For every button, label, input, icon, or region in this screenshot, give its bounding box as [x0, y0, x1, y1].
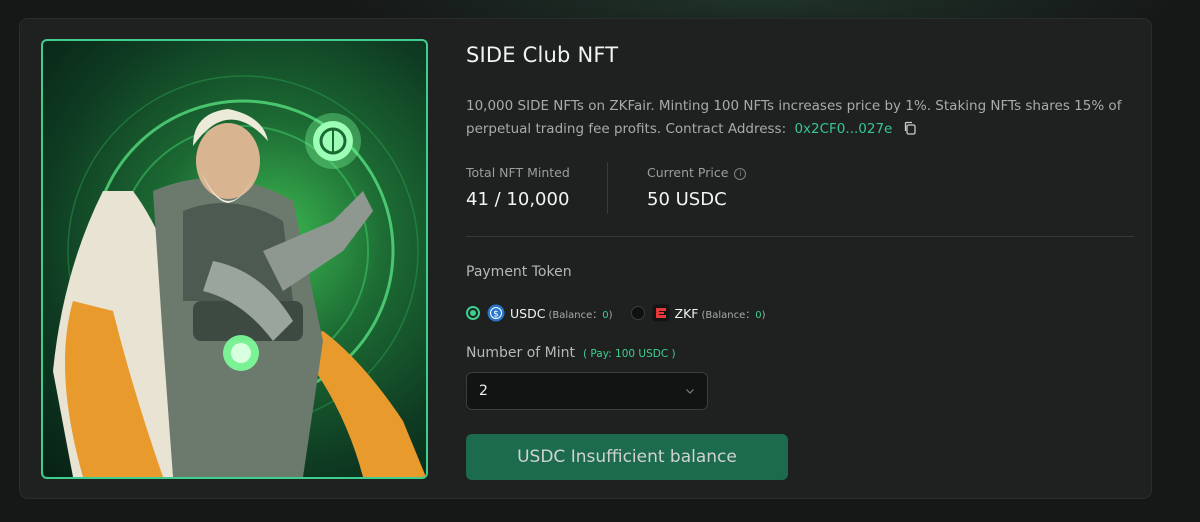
price-label: Current Price — [647, 165, 729, 180]
balance-zkf: (Balance：0) — [701, 306, 765, 321]
nft-card: SIDE Club NFT 10,000 SIDE NFTs on ZKFair… — [19, 18, 1152, 499]
balance-prefix: (Balance： — [701, 309, 756, 321]
balance-suffix: ) — [761, 309, 766, 321]
token-name-zkf: ZKF — [674, 305, 699, 321]
radio-usdc[interactable] — [466, 306, 480, 320]
price-label-wrap: Current Price i — [647, 165, 747, 180]
balance-prefix: (Balance： — [548, 309, 603, 321]
pay-note: ( Pay: 100 USDC ) — [582, 348, 676, 360]
token-name-usdc: USDC — [510, 305, 546, 321]
mint-button[interactable]: USDC Insufficient balance — [466, 434, 788, 480]
mint-count-value: 2 — [479, 383, 488, 399]
radio-zkf[interactable] — [630, 306, 645, 320]
section-divider — [466, 236, 1134, 237]
payment-token-label: Payment Token — [466, 264, 572, 280]
nft-description: 10,000 SIDE NFTs on ZKFair. Minting 100 … — [466, 95, 1136, 141]
copy-icon[interactable] — [903, 121, 917, 135]
info-icon[interactable]: i — [734, 168, 747, 180]
nft-title: SIDE Club NFT — [466, 43, 619, 67]
svg-text:$: $ — [493, 309, 499, 319]
stats-divider — [607, 162, 608, 214]
balance-usdc: (Balance：0) — [548, 306, 612, 321]
page: SIDE Club NFT 10,000 SIDE NFTs on ZKFair… — [0, 0, 1200, 522]
minted-label: Total NFT Minted — [466, 165, 570, 180]
minted-value: 41 / 10,000 — [466, 189, 570, 210]
payment-token-options: $ USDC (Balance：0) ZKF (Balance：0) — [466, 303, 766, 323]
chevron-down-icon — [686, 389, 694, 394]
mint-count-select[interactable]: 2 — [466, 372, 708, 410]
nft-artwork — [41, 39, 428, 479]
mint-count-label-wrap: Number of Mint ( Pay: 100 USDC ) — [466, 345, 676, 361]
usdc-coin-icon: $ — [487, 304, 505, 322]
mint-count-label: Number of Mint — [466, 345, 575, 361]
contract-address-link[interactable]: 0x2CF0...027e — [794, 121, 892, 137]
balance-suffix: ) — [608, 309, 613, 321]
price-value: 50 USDC — [647, 189, 727, 210]
zkf-coin-icon — [652, 304, 670, 322]
